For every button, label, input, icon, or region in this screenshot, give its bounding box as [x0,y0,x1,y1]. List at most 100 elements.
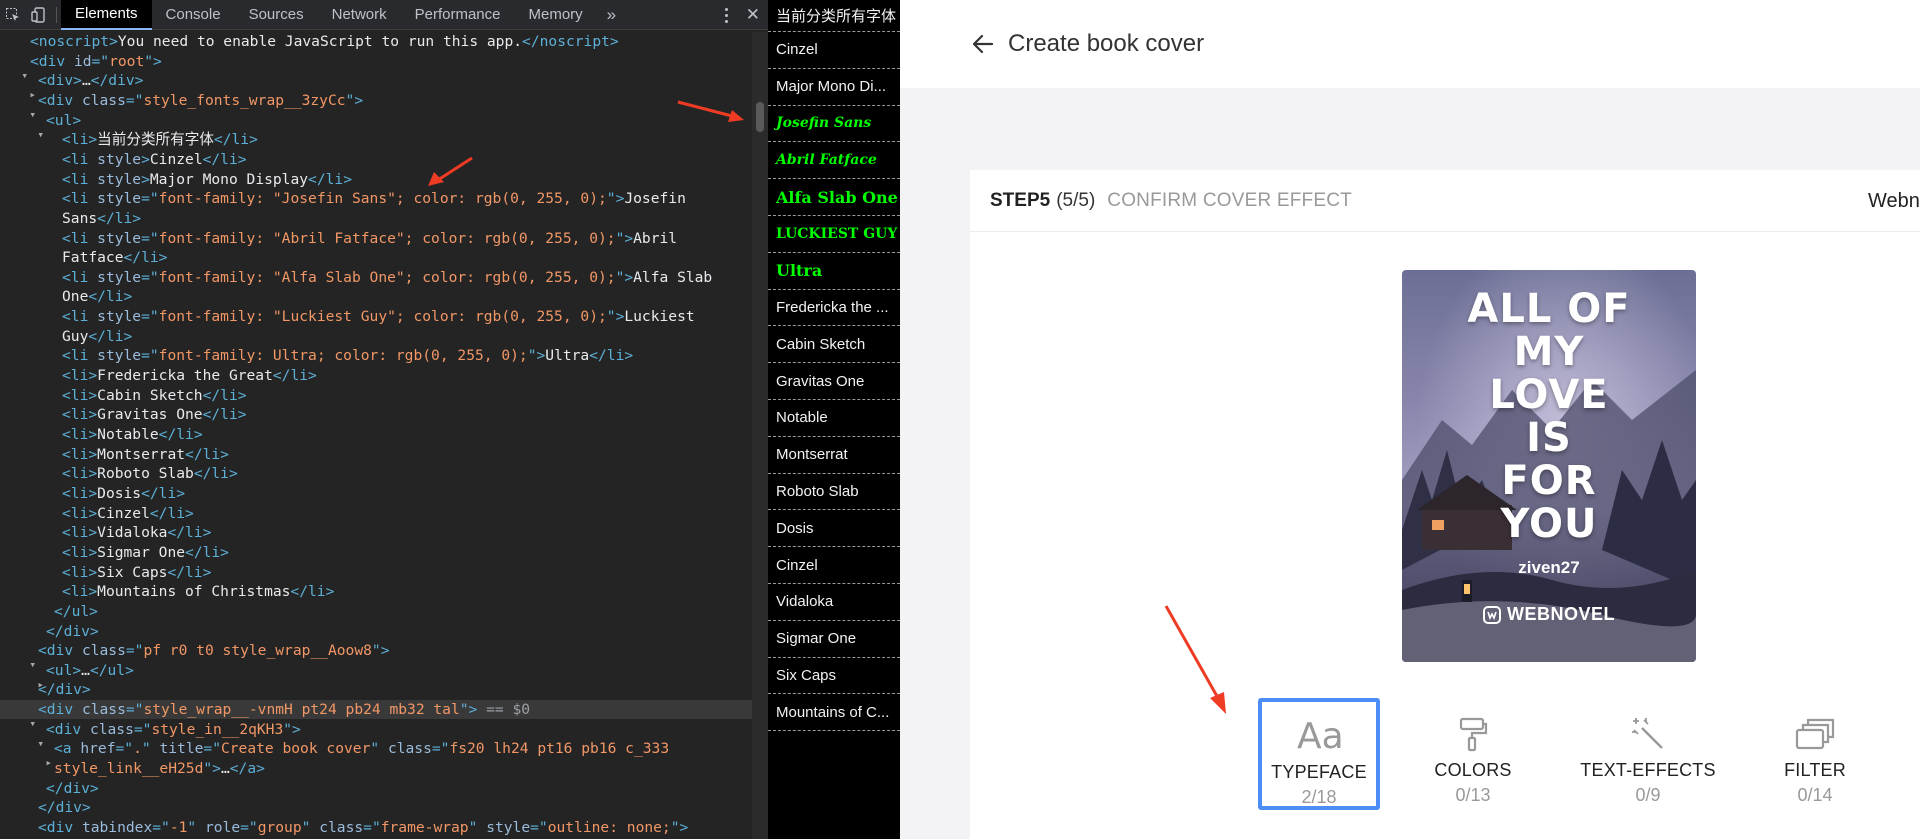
dom-token: <li> [62,445,98,463]
font-list-item[interactable]: Major Mono Di... [768,69,900,106]
dom-node-line[interactable]: ▾<div tabindex="-1" role="group" class="… [0,818,752,839]
text-effects-tool-button[interactable]: TEXT-EFFECTS 0/9 [1578,700,1718,808]
font-list-item[interactable]: Fredericka the ... [768,290,900,327]
font-list-item[interactable]: Vidaloka [768,584,900,621]
dom-token: </li> [88,327,133,345]
font-list-item[interactable]: Sigmar One [768,621,900,658]
dom-node-line[interactable]: <li>Sigmar One</li> [0,543,752,562]
dom-node-line[interactable]: <li style="font-family: "Luckiest Guy"; … [0,307,752,326]
dom-node-line[interactable]: Fatface</li> [0,248,752,267]
dom-node-line[interactable]: <li style="font-family: "Alfa Slab One";… [0,268,752,287]
dom-token: == $0 [477,701,531,719]
dom-node-line[interactable]: ▾ <div class="style_in__2qKH3"> [0,720,752,750]
dom-token: class [89,720,134,738]
close-icon[interactable]: ✕ [746,5,760,25]
dom-node-line[interactable]: ▸ <div>…</div> [0,71,752,101]
annotation-arrow-icon [428,156,473,186]
tab-elements[interactable]: Elements [61,0,152,30]
dom-node-line[interactable]: <li>Mountains of Christmas</li> [0,582,752,601]
dom-node-line[interactable]: </div> [0,798,752,817]
font-list-item[interactable]: Cinzel [768,547,900,584]
tab-network[interactable]: Network [318,0,401,30]
dom-node-line[interactable]: Guy</li> [0,327,752,346]
tab-console[interactable]: Console [152,0,235,30]
font-list-item[interactable]: Gravitas One [768,363,900,400]
more-tabs-icon[interactable]: » [597,5,626,25]
dom-token: Gravitas One [97,406,203,424]
dom-node-line[interactable]: style_link__eH25d">…</a> [0,759,752,778]
dom-node-line[interactable]: </div> [0,779,752,798]
font-list-item[interactable]: Montserrat [768,437,900,474]
dom-node-line[interactable]: ▸ <a href="." title="Create book cover" c… [0,739,752,769]
devtools-menu-icon[interactable] [724,7,728,23]
font-list-item[interactable]: Roboto Slab [768,474,900,511]
font-list-item[interactable]: 当前分类所有字体 [768,0,900,32]
dom-node-line[interactable]: ▾ <div id="root"> [0,52,752,82]
tab-memory[interactable]: Memory [515,0,597,30]
dom-node-line[interactable]: </div> [0,680,752,699]
font-list-item[interactable]: LUCKIEST GUY [768,216,900,253]
dom-node-line[interactable]: Sans</li> [0,209,752,228]
dom-node-line[interactable]: <li>Fredericka the Great</li> [0,366,752,385]
dom-token: <li> [62,131,98,149]
devtools-scrollbar[interactable] [752,32,768,839]
font-list-item[interactable]: Dosis [768,510,900,548]
tab-performance[interactable]: Performance [401,0,515,30]
dom-node-line[interactable]: <li>Roboto Slab</li> [0,464,752,483]
dom-node-line[interactable]: <li>Montserrat</li> [0,445,752,464]
dom-node-line[interactable]: <li>当前分类所有字体</li> [0,130,752,149]
dom-token: </div> [46,779,99,797]
dom-token: =" [530,819,548,836]
dom-token: </ul> [54,602,98,620]
cover-brand: WEBNOVEL [1402,604,1696,625]
dom-node-line[interactable]: <li style="font-family: "Abril Fatface";… [0,229,752,248]
font-list-item[interactable]: Josefin Sans [768,106,900,143]
font-list-item[interactable]: Notable [768,400,900,437]
tool-count: 0/9 [1635,785,1661,805]
dom-node-line[interactable]: ▾ <div class="pf r0 t0 style_wrap__Aoow8"… [0,641,752,671]
tool-count: 2/18 [1301,787,1337,807]
dom-tree[interactable]: <noscript>You need to enable JavaScript … [0,32,752,839]
filter-tool-button[interactable]: FILTER 0/14 [1755,700,1875,808]
font-list-item[interactable]: Alfa Slab One [768,179,900,216]
dom-node-line[interactable]: </div> [0,622,752,641]
dom-token: <li> [62,426,98,443]
dom-node-line[interactable]: <noscript>You need to enable JavaScript … [0,32,752,51]
dom-node-line[interactable]: <li>Cinzel</li> [0,504,752,523]
tab-sources[interactable]: Sources [235,0,318,30]
step-label: STEP5 [990,189,1051,211]
font-list-item[interactable]: Abril Fatface [768,142,900,180]
dom-token: font-family: "Alfa Slab One"; color: rgb… [158,268,616,286]
dom-token: <li> [62,543,98,561]
dom-node-line[interactable]: <li>Cabin Sketch</li> [0,386,752,405]
dom-node-line[interactable]: ▾ <div class="style_wrap__-vnmH pt24 pb24… [0,700,752,730]
font-list-item[interactable]: Mountains of C... [768,694,900,732]
dom-node-line[interactable]: <li style>Major Mono Display</li> [0,170,752,189]
dom-node-line[interactable]: ▾ <ul> [0,111,752,141]
dom-node-line[interactable]: <li>Gravitas One</li> [0,405,752,424]
font-list-item[interactable]: Six Caps [768,658,900,695]
dom-token: "> [283,720,301,738]
dom-node-line[interactable]: <li>Vidaloka</li> [0,523,752,542]
dom-node-line[interactable]: <li>Six Caps</li> [0,563,752,582]
dom-node-line[interactable]: </ul> [0,602,752,621]
back-link[interactable]: Create book cover [972,30,1204,58]
devtools-panel: Elements Console Sources Network Perform… [0,0,768,839]
dom-node-line[interactable]: ▾ <div class="style_fonts_wrap__3zyCc"> [0,91,752,121]
dom-node-line[interactable]: <li>Notable</li> [0,425,752,444]
dom-token: </div> [90,72,144,90]
device-toolbar-icon[interactable] [26,0,52,30]
inspect-element-icon[interactable] [0,0,26,30]
colors-tool-button[interactable]: COLORS 0/13 [1413,700,1533,808]
dom-node-line[interactable]: ▸ <ul>…</ul> [0,661,752,691]
dom-node-line[interactable]: <li style>Cinzel</li> [0,150,752,169]
dom-node-line[interactable]: <li style="font-family: Ultra; color: rg… [0,346,752,365]
typeface-tool-button[interactable]: Aa TYPEFACE 2/18 [1258,698,1380,810]
dom-token: role [204,819,241,836]
dom-node-line[interactable]: <li style="font-family: "Josefin Sans"; … [0,189,752,208]
font-list-item[interactable]: Cabin Sketch [768,326,900,364]
dom-node-line[interactable]: One</li> [0,287,752,306]
dom-node-line[interactable]: <li>Dosis</li> [0,484,752,503]
font-list-item[interactable]: Cinzel [768,32,900,69]
font-list-item[interactable]: Ultra [768,253,900,290]
